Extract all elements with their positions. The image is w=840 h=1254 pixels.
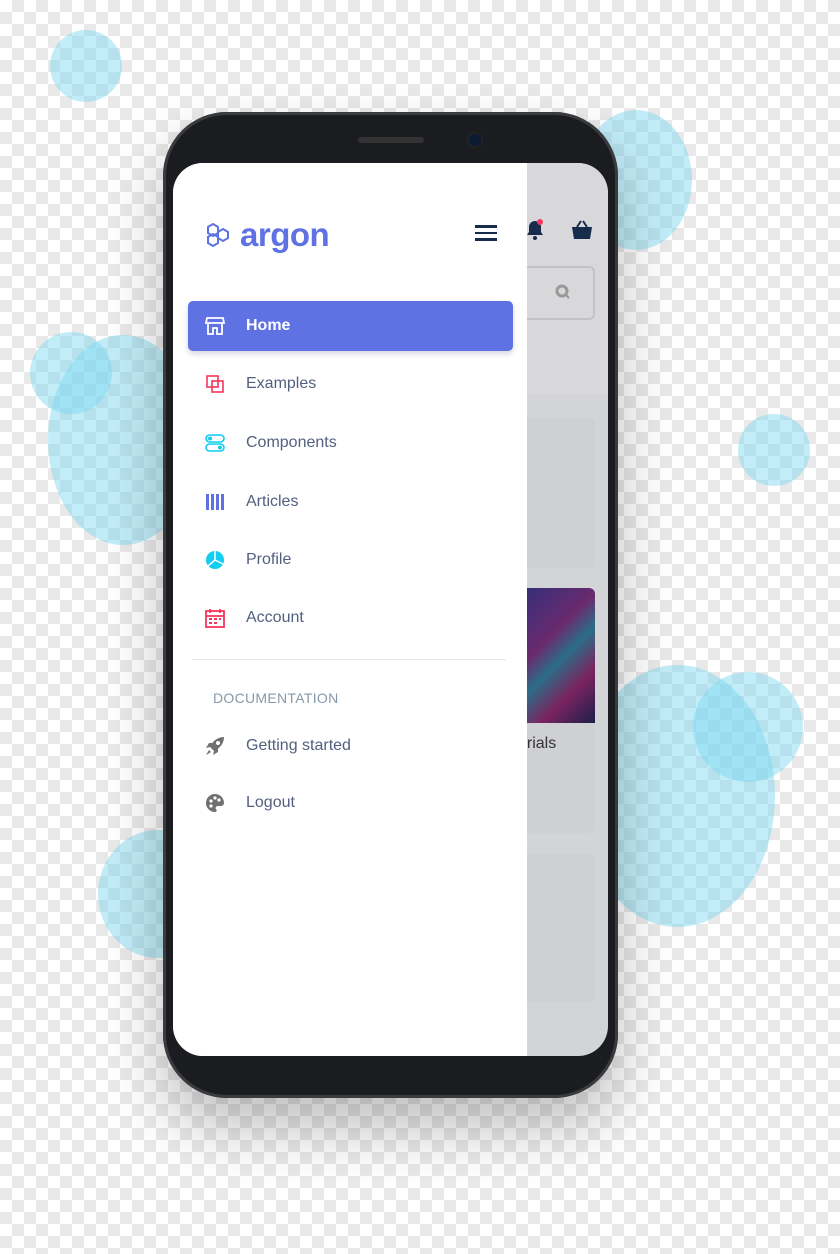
shop-icon: [204, 315, 226, 337]
brand-name: argon: [240, 216, 330, 253]
nav-item-logout[interactable]: Logout: [188, 778, 513, 828]
nav-item-home[interactable]: Home: [188, 301, 513, 351]
copy-icon: [204, 373, 226, 395]
decor-bubble: [693, 672, 803, 782]
argon-logo[interactable]: argon: [206, 216, 330, 254]
nav-item-account[interactable]: Account: [188, 593, 513, 643]
pie-chart-icon: [204, 549, 226, 571]
palette-icon: [204, 792, 226, 814]
calendar-icon: [204, 607, 226, 629]
side-drawer: argon Home Examples Components Articles: [173, 163, 527, 1056]
decor-bubble: [30, 332, 112, 414]
drawer-divider: [192, 659, 506, 660]
bell-icon[interactable]: [525, 219, 545, 241]
decor-bubble: [738, 414, 810, 486]
nav-item-components[interactable]: Components: [188, 418, 513, 468]
phone-screen: erials argon Home Examples Components Ar…: [173, 163, 608, 1056]
hexagons-icon: [207, 223, 229, 247]
spaceship-bars-icon: [204, 491, 226, 513]
toggles-icon: [204, 432, 226, 454]
nav-item-articles[interactable]: Articles: [188, 477, 513, 527]
nav-item-examples[interactable]: Examples: [188, 359, 513, 409]
menu-toggle-button[interactable]: [475, 225, 497, 241]
phone-mockup: erials argon Home Examples Components Ar…: [163, 112, 618, 1098]
search-icon: [555, 284, 570, 299]
phone-camera: [469, 134, 481, 146]
nav-item-profile[interactable]: Profile: [188, 535, 513, 585]
nav-item-getting-started[interactable]: Getting started: [188, 721, 513, 771]
basket-icon[interactable]: [571, 219, 593, 241]
phone-speaker: [358, 137, 424, 143]
decor-bubble: [50, 30, 122, 102]
documentation-section-title: DOCUMENTATION: [213, 690, 339, 706]
rocket-icon: [204, 735, 226, 757]
